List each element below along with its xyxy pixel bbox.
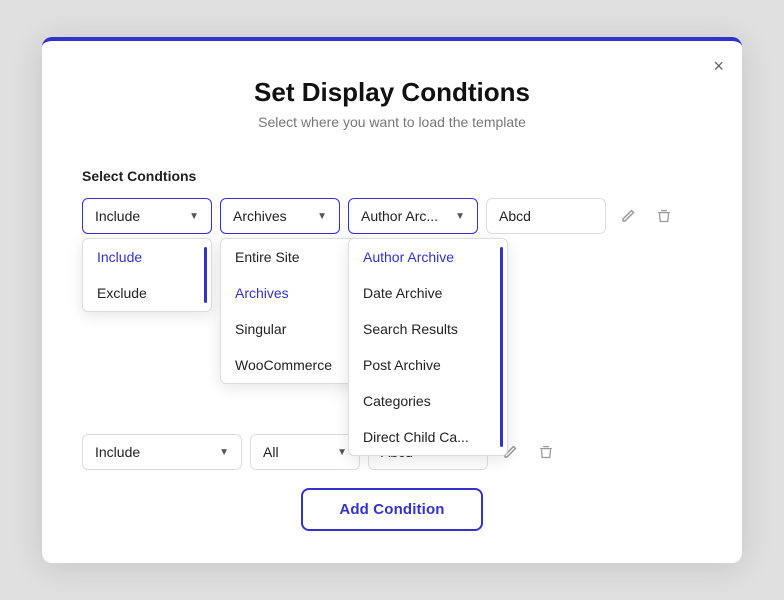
add-condition-button[interactable]: Add Condition <box>301 488 482 531</box>
author-arc-dropdown-wrapper: Author Arc... ▼ Author Archive Date Arch… <box>348 198 478 234</box>
include-chevron-1: ▼ <box>189 211 199 222</box>
delete-icon-2 <box>538 444 554 460</box>
archives-chevron: ▼ <box>317 211 327 222</box>
section-label: Select Condtions <box>82 168 702 184</box>
scrollbar-3 <box>500 247 503 447</box>
include-option-include[interactable]: Include <box>83 239 211 275</box>
archives-dropdown-value: Archives <box>233 208 287 224</box>
author-arc-dropdown-btn[interactable]: Author Arc... ▼ <box>348 198 478 234</box>
row1-edit-button[interactable] <box>614 204 642 228</box>
author-arc-option-post-archive[interactable]: Post Archive <box>349 347 507 383</box>
modal-subtitle: Select where you want to load the templa… <box>82 114 702 130</box>
include-dropdown-btn-1[interactable]: Include ▼ <box>82 198 212 234</box>
include-dropdown-value-1: Include <box>95 208 140 224</box>
all-dropdown-wrapper: All ▼ <box>250 434 360 470</box>
include-dropdown-btn-2[interactable]: Include ▼ <box>82 434 242 470</box>
author-arc-option-author-archive[interactable]: Author Archive <box>349 239 507 275</box>
archives-dropdown-btn[interactable]: Archives ▼ <box>220 198 340 234</box>
author-arc-option-direct-child[interactable]: Direct Child Ca... <box>349 419 507 455</box>
all-chevron: ▼ <box>337 447 347 458</box>
archives-dropdown-wrapper: Archives ▼ Entire Site Archives Singular… <box>220 198 340 234</box>
all-dropdown-btn[interactable]: All ▼ <box>250 434 360 470</box>
modal: × Set Display Condtions Select where you… <box>42 37 742 563</box>
author-arc-chevron: ▼ <box>455 211 465 222</box>
author-arc-option-search-results[interactable]: Search Results <box>349 311 507 347</box>
modal-header: Set Display Condtions Select where you w… <box>42 41 742 140</box>
author-arc-option-categories[interactable]: Categories <box>349 383 507 419</box>
include-dropdown-wrapper-1: Include ▼ Include Exclude <box>82 198 212 234</box>
row1-text-input[interactable] <box>486 198 606 234</box>
include-dropdown-value-2: Include <box>95 444 140 460</box>
archives-option-singular[interactable]: Singular <box>221 311 359 347</box>
modal-overlay: × Set Display Condtions Select where you… <box>0 0 784 600</box>
edit-icon <box>620 208 636 224</box>
row1-delete-button[interactable] <box>650 204 678 228</box>
archives-option-archives[interactable]: Archives <box>221 275 359 311</box>
close-button[interactable]: × <box>713 57 724 75</box>
archives-option-woocommerce[interactable]: WooCommerce <box>221 347 359 383</box>
delete-icon <box>656 208 672 224</box>
include-chevron-2: ▼ <box>219 447 229 458</box>
author-arc-option-date-archive[interactable]: Date Archive <box>349 275 507 311</box>
archives-dropdown-menu: Entire Site Archives Singular WooCommerc… <box>220 238 360 384</box>
author-arc-dropdown-menu: Author Archive Date Archive Search Resul… <box>348 238 508 456</box>
author-arc-dropdown-value: Author Arc... <box>361 208 438 224</box>
include-dropdown-wrapper-2: Include ▼ <box>82 434 242 470</box>
row2-delete-button[interactable] <box>532 440 560 464</box>
scrollbar-1 <box>204 247 207 303</box>
include-option-exclude[interactable]: Exclude <box>83 275 211 311</box>
condition-row-1: Include ▼ Include Exclude Archives ▼ <box>82 198 702 234</box>
all-dropdown-value: All <box>263 444 279 460</box>
modal-body: Select Condtions Include ▼ Include Exclu… <box>42 140 742 563</box>
include-dropdown-menu-1: Include Exclude <box>82 238 212 312</box>
modal-title: Set Display Condtions <box>82 77 702 108</box>
archives-option-entire-site[interactable]: Entire Site <box>221 239 359 275</box>
